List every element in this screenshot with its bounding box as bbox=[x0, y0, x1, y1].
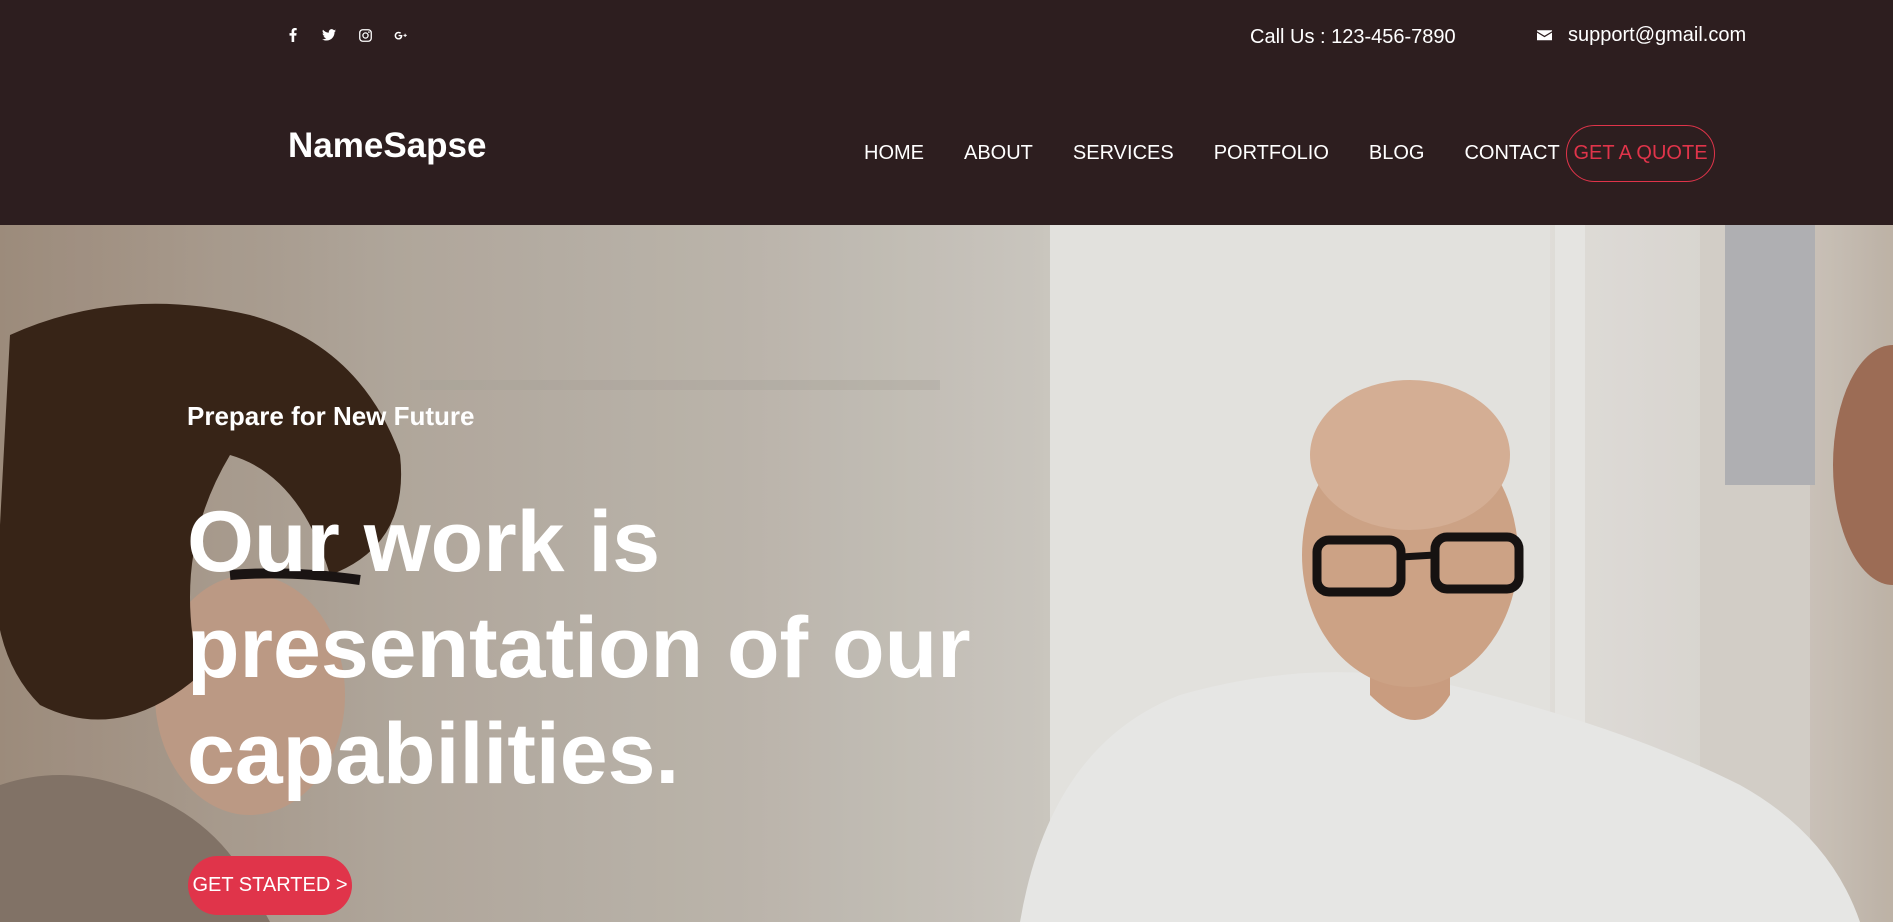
call-us-text: Call Us : 123-456-7890 bbox=[1250, 26, 1456, 48]
nav-item-portfolio[interactable]: PORTFOLIO bbox=[1214, 139, 1329, 167]
envelope-icon bbox=[1537, 29, 1552, 41]
twitter-icon[interactable] bbox=[322, 28, 336, 42]
get-a-quote-button[interactable]: GET A QUOTE bbox=[1566, 125, 1715, 182]
instagram-icon[interactable] bbox=[358, 28, 372, 42]
hero-title-line: capabilities. bbox=[187, 706, 680, 802]
site-header: Call Us : 123-456-7890 support@gmail.com… bbox=[0, 0, 1893, 225]
social-links bbox=[286, 28, 430, 42]
hero-kicker: Prepare for New Future bbox=[187, 401, 475, 431]
google-plus-icon[interactable] bbox=[394, 28, 408, 42]
hero-title-line: Our work is bbox=[187, 494, 661, 590]
hero-title-line: presentation of our bbox=[187, 600, 971, 696]
hero-section: Prepare for New Future Our work is prese… bbox=[0, 225, 1893, 922]
nav-item-blog[interactable]: BLOG bbox=[1369, 139, 1425, 167]
site-logo[interactable]: NameSapse bbox=[288, 124, 486, 168]
support-email[interactable]: support@gmail.com bbox=[1537, 22, 1746, 48]
hero-title: Our work is presentation of our capabili… bbox=[187, 489, 1087, 807]
nav-item-services[interactable]: SERVICES bbox=[1073, 139, 1174, 167]
main-nav: HOME ABOUT SERVICES PORTFOLIO BLOG CONTA… bbox=[864, 139, 1560, 167]
support-email-text: support@gmail.com bbox=[1568, 24, 1747, 46]
nav-item-about[interactable]: ABOUT bbox=[964, 139, 1033, 167]
nav-item-contact[interactable]: CONTACT bbox=[1464, 139, 1559, 167]
facebook-icon[interactable] bbox=[286, 28, 300, 42]
get-started-button[interactable]: GET STARTED > bbox=[188, 856, 352, 915]
nav-item-home[interactable]: HOME bbox=[864, 139, 924, 167]
